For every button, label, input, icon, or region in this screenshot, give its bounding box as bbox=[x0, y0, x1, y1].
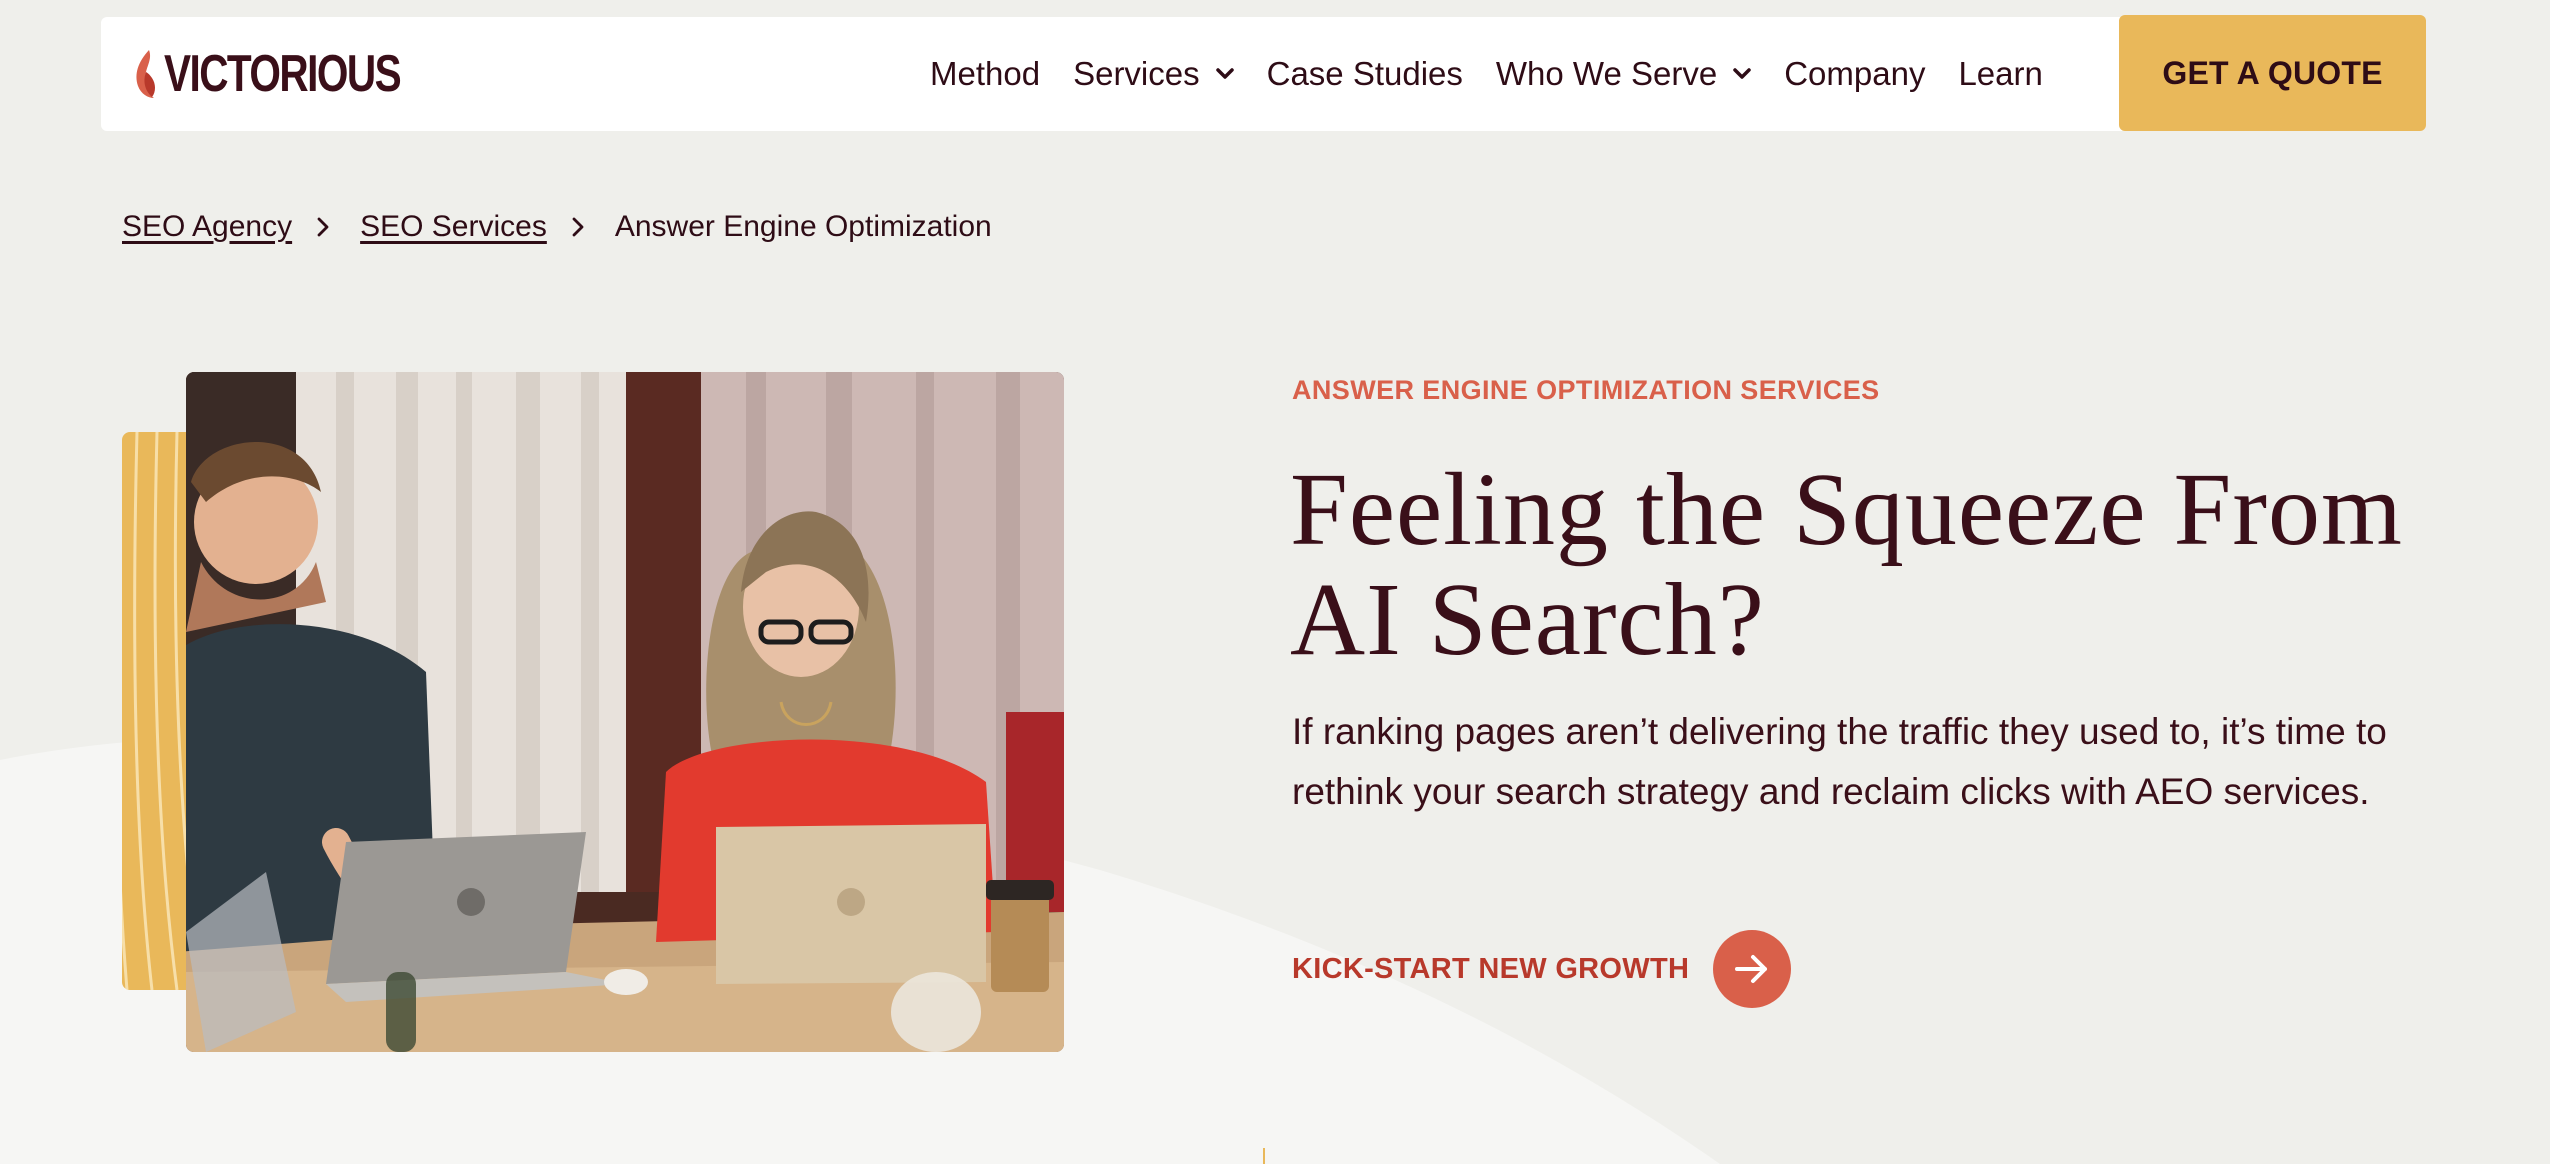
nav-item-label: Who We Serve bbox=[1495, 55, 1718, 92]
chevron-right-icon bbox=[572, 217, 584, 237]
hero-photo-team-at-laptops bbox=[186, 372, 1064, 1052]
cta-label: KICK-START NEW GROWTH bbox=[1292, 952, 1690, 985]
nav-item-company[interactable]: Company bbox=[1784, 55, 1925, 93]
top-navigation: VICTORIOUS Method Services Case Studies … bbox=[101, 15, 2426, 131]
nav-item-case-studies[interactable]: Case Studies bbox=[1267, 55, 1463, 93]
nav-item-label: Case Studies bbox=[1266, 55, 1463, 92]
flame-icon bbox=[136, 50, 155, 98]
breadcrumb-current: Answer Engine Optimization bbox=[614, 210, 992, 243]
nav-item-services[interactable]: Services bbox=[1073, 55, 1234, 93]
chevron-right-icon bbox=[317, 217, 329, 237]
logo-wordmark: VICTORIOUS bbox=[164, 45, 402, 103]
chevron-down-icon bbox=[1733, 68, 1751, 79]
kick-start-growth-link[interactable]: KICK-START NEW GROWTH bbox=[1292, 930, 1792, 1008]
arrow-right-icon[interactable] bbox=[1713, 930, 1792, 1008]
breadcrumb: SEO Agency SEO Services Answer Engine Op… bbox=[122, 210, 992, 244]
breadcrumb-link-seo-agency[interactable]: SEO Agency bbox=[122, 210, 292, 244]
nav-item-label: Method bbox=[930, 55, 1041, 92]
hero-headline: Feeling the Squeeze From AI Search? bbox=[1290, 452, 2403, 677]
get-a-quote-button[interactable]: GET A QUOTE bbox=[2119, 15, 2426, 131]
nav-item-label: Services bbox=[1073, 55, 1200, 92]
main-menu: Method Services Case Studies Who We Serv… bbox=[930, 17, 2076, 131]
hero-description: If ranking pages aren’t delivering the t… bbox=[1292, 711, 2387, 812]
breadcrumb-link-seo-services[interactable]: SEO Services bbox=[360, 210, 547, 244]
nav-item-label: Company bbox=[1784, 55, 1926, 92]
logo[interactable]: VICTORIOUS bbox=[134, 45, 467, 103]
nav-item-method[interactable]: Method bbox=[930, 55, 1040, 93]
chevron-down-icon bbox=[1215, 68, 1234, 79]
nav-item-learn[interactable]: Learn bbox=[1958, 55, 2042, 93]
nav-item-label: Learn bbox=[1958, 55, 2043, 92]
nav-item-who-we-serve[interactable]: Who We Serve bbox=[1496, 55, 1751, 93]
section-divider-tick bbox=[1263, 1148, 1265, 1164]
hero-eyebrow: ANSWER ENGINE OPTIMIZATION SERVICES bbox=[1292, 375, 1880, 405]
